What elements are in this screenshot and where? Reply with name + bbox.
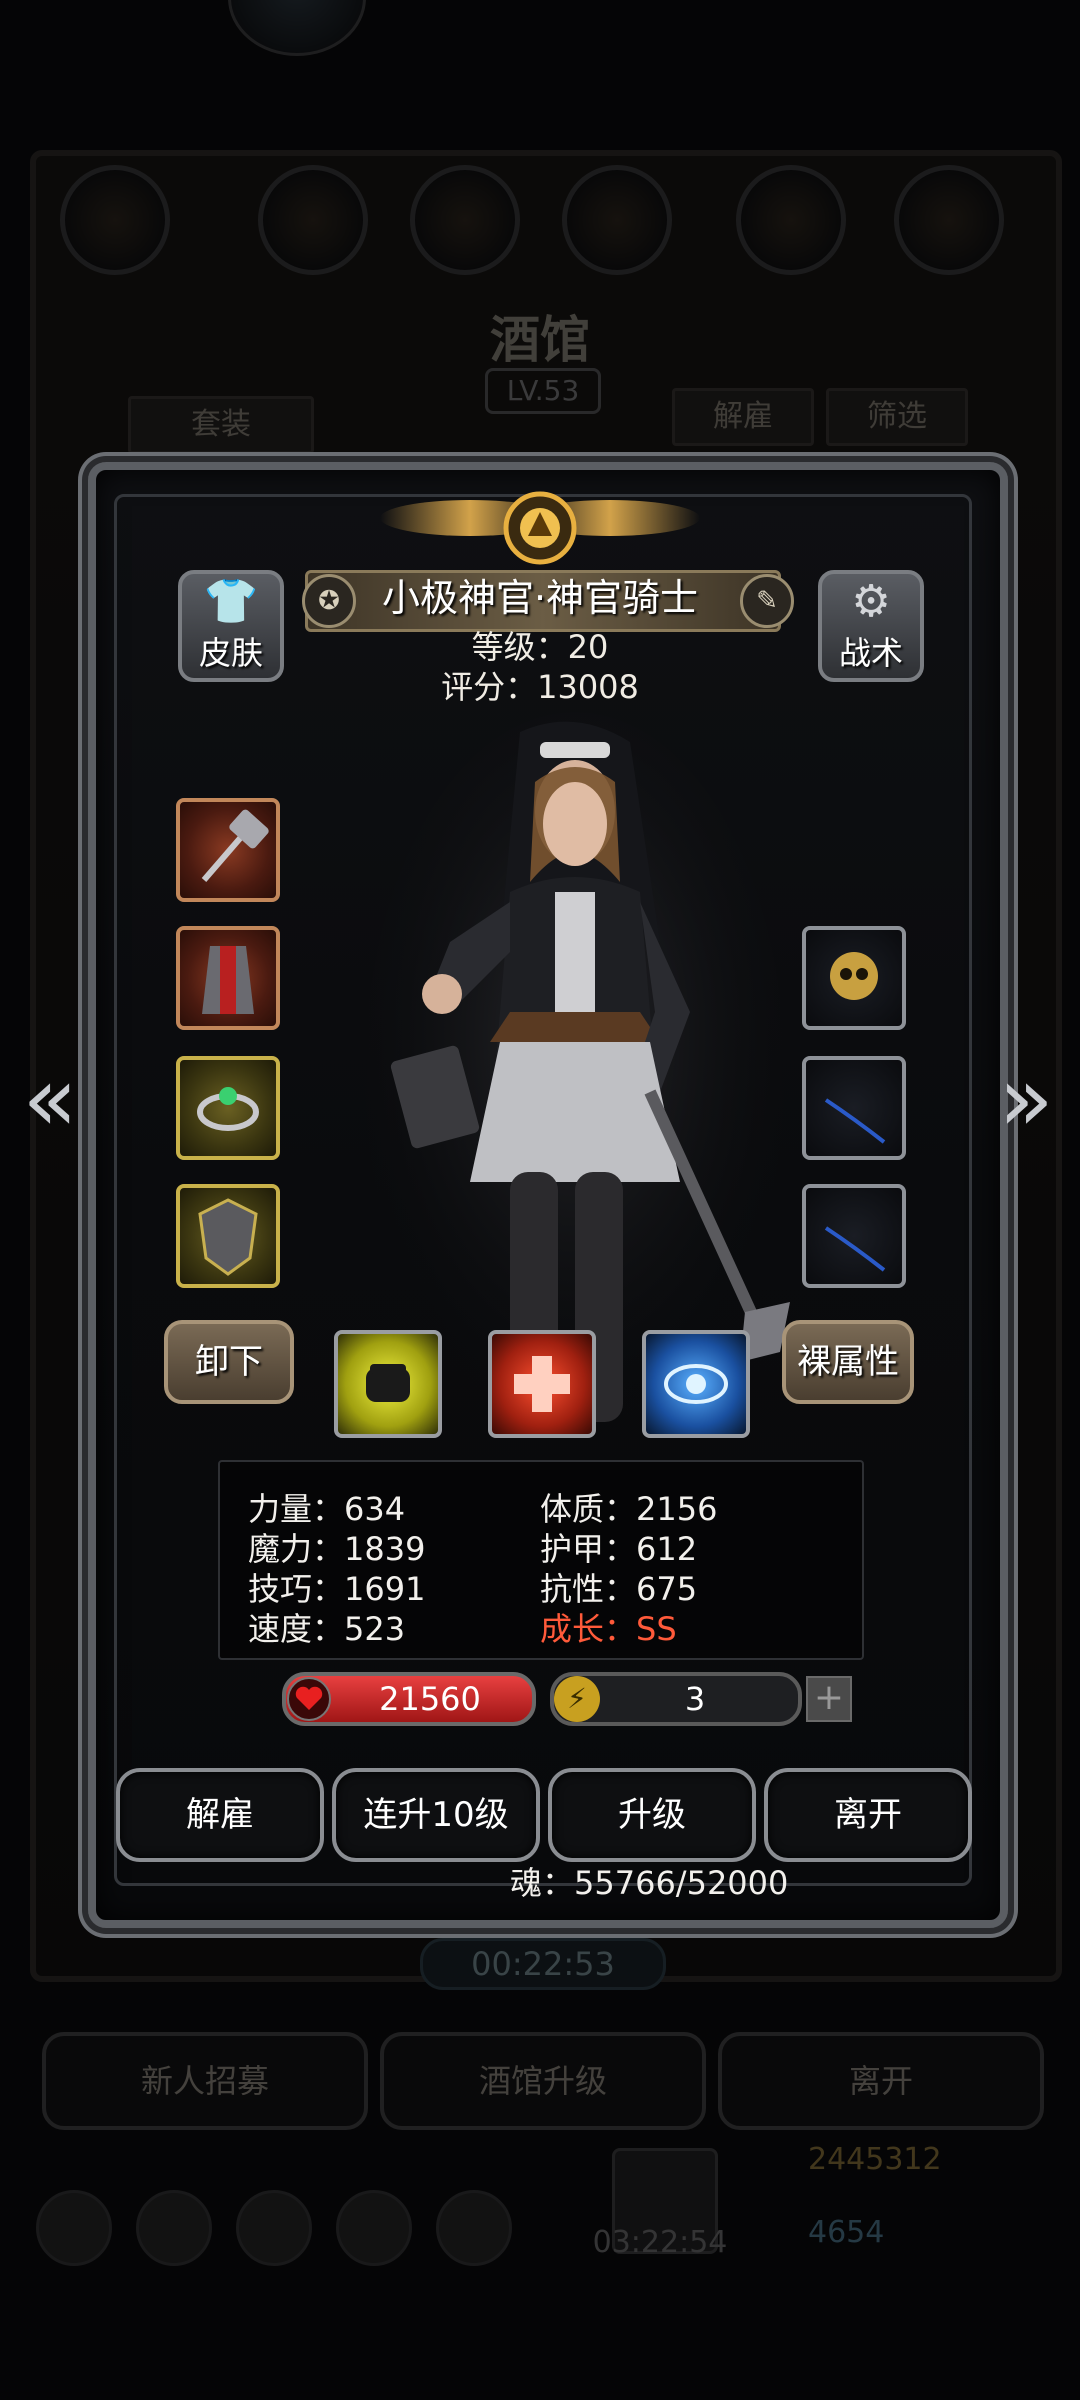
- next-hero-arrow-icon[interactable]: »: [986, 1045, 1066, 1155]
- menu-icon[interactable]: [336, 2190, 412, 2266]
- stat-growth: 成长：SS: [540, 1610, 677, 1648]
- gold-amount: 2445312: [808, 2142, 942, 2177]
- hero-name: 小极神官·神官骑士: [381, 576, 699, 620]
- add-energy-button[interactable]: +: [806, 1676, 852, 1722]
- badge-icon[interactable]: ✪: [302, 574, 356, 628]
- hero-portrait-icon[interactable]: [60, 165, 170, 275]
- level-up-button[interactable]: 升级: [548, 1768, 756, 1862]
- skin-label: 皮肤: [198, 634, 263, 672]
- skill-heal-cross-icon[interactable]: [488, 1330, 596, 1438]
- menu-icon[interactable]: [136, 2190, 212, 2266]
- level-up-10-button[interactable]: 连升10级: [332, 1768, 540, 1862]
- lightning-icon: ⚡: [554, 1676, 600, 1722]
- filter-button[interactable]: 筛选: [826, 388, 968, 446]
- hero-portrait-icon[interactable]: [258, 165, 368, 275]
- hero-score: 评分：13008: [441, 668, 639, 706]
- heart-icon: [287, 1677, 331, 1721]
- menu-icon[interactable]: [436, 2190, 512, 2266]
- hero-portrait-icon[interactable]: [894, 165, 1004, 275]
- unequip-button[interactable]: 卸下: [164, 1320, 294, 1404]
- weapon-slot-hammer-icon[interactable]: [176, 798, 280, 902]
- recruit-button[interactable]: 新人招募: [42, 2032, 368, 2130]
- tactics-label: 战术: [838, 634, 903, 672]
- energy-value: 3: [684, 1680, 706, 1718]
- leave-button[interactable]: 离开: [764, 1768, 972, 1862]
- tactics-button[interactable]: ⚙ 战术: [818, 570, 924, 682]
- menu-icon[interactable]: [36, 2190, 112, 2266]
- hp-value: 21560: [379, 1680, 481, 1718]
- menu-icon[interactable]: [236, 2190, 312, 2266]
- accessory-slot-skull-icon[interactable]: [802, 926, 906, 1030]
- soul-counter: 魂：55766/52000: [510, 1864, 789, 1902]
- hero-portrait-icon[interactable]: [736, 165, 846, 275]
- tavern-upgrade-button[interactable]: 酒馆升级: [380, 2032, 706, 2130]
- tavern-title: 酒馆: [490, 310, 590, 369]
- suit-button[interactable]: 套装: [128, 396, 314, 454]
- empty-slot-icon[interactable]: [802, 1184, 906, 1288]
- dismiss-filter-button[interactable]: 解雇: [672, 388, 814, 446]
- refresh-timer: 00:22:53: [420, 1938, 666, 1990]
- skill-fist-icon[interactable]: [334, 1330, 442, 1438]
- armor-slot-robe-icon[interactable]: [176, 926, 280, 1030]
- tavern-level: LV.53: [485, 368, 601, 414]
- shield-slot-icon[interactable]: [176, 1184, 280, 1288]
- gift-timer: 03:22:54: [592, 2225, 728, 2260]
- gem-amount: 4654: [808, 2215, 885, 2250]
- bare-attr-button[interactable]: 裸属性: [782, 1320, 914, 1404]
- empty-slot-icon[interactable]: [802, 1056, 906, 1160]
- prev-hero-arrow-icon[interactable]: «: [10, 1045, 90, 1155]
- skin-button[interactable]: 👕 皮肤: [178, 570, 284, 682]
- stat-speed: 速度：523: [248, 1610, 406, 1648]
- gear-icon: ⚙: [851, 576, 891, 627]
- tavern-leave-button[interactable]: 离开: [718, 2032, 1044, 2130]
- ring-slot-icon[interactable]: [176, 1056, 280, 1160]
- hero-portrait-icon[interactable]: [562, 165, 672, 275]
- edit-name-icon[interactable]: ✎: [740, 574, 794, 628]
- skill-eye-icon[interactable]: [642, 1330, 750, 1438]
- shirt-icon: 👕: [203, 576, 259, 627]
- dismiss-button[interactable]: 解雇: [116, 1768, 324, 1862]
- top-avatar-icon: [228, 0, 366, 56]
- hero-portrait-icon[interactable]: [410, 165, 520, 275]
